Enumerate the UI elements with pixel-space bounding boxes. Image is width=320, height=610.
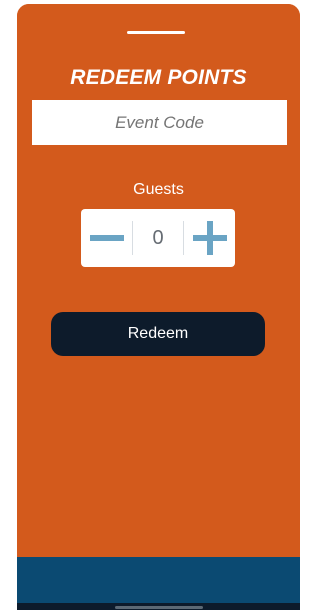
screen: REDEEM POINTS Guests 0 — [0, 0, 306, 610]
minus-icon — [89, 235, 124, 241]
drag-handle[interactable] — [127, 31, 185, 34]
home-indicator[interactable] — [115, 606, 203, 609]
modal-title: REDEEM POINTS — [70, 66, 247, 89]
event-code-input[interactable] — [32, 100, 287, 145]
guests-label: Guests — [133, 181, 184, 198]
increment-guests-button[interactable] — [184, 209, 235, 267]
bottom-bar — [17, 557, 300, 603]
redeem-button[interactable]: Redeem — [51, 312, 265, 356]
redeem-modal: REDEEM POINTS Guests 0 — [17, 4, 300, 610]
guests-count: 0 — [152, 227, 164, 249]
guests-stepper: 0 — [81, 209, 235, 267]
modal-sheet: REDEEM POINTS Guests 0 — [17, 4, 300, 557]
decrement-guests-button[interactable] — [81, 209, 132, 267]
plus-icon — [192, 221, 227, 255]
